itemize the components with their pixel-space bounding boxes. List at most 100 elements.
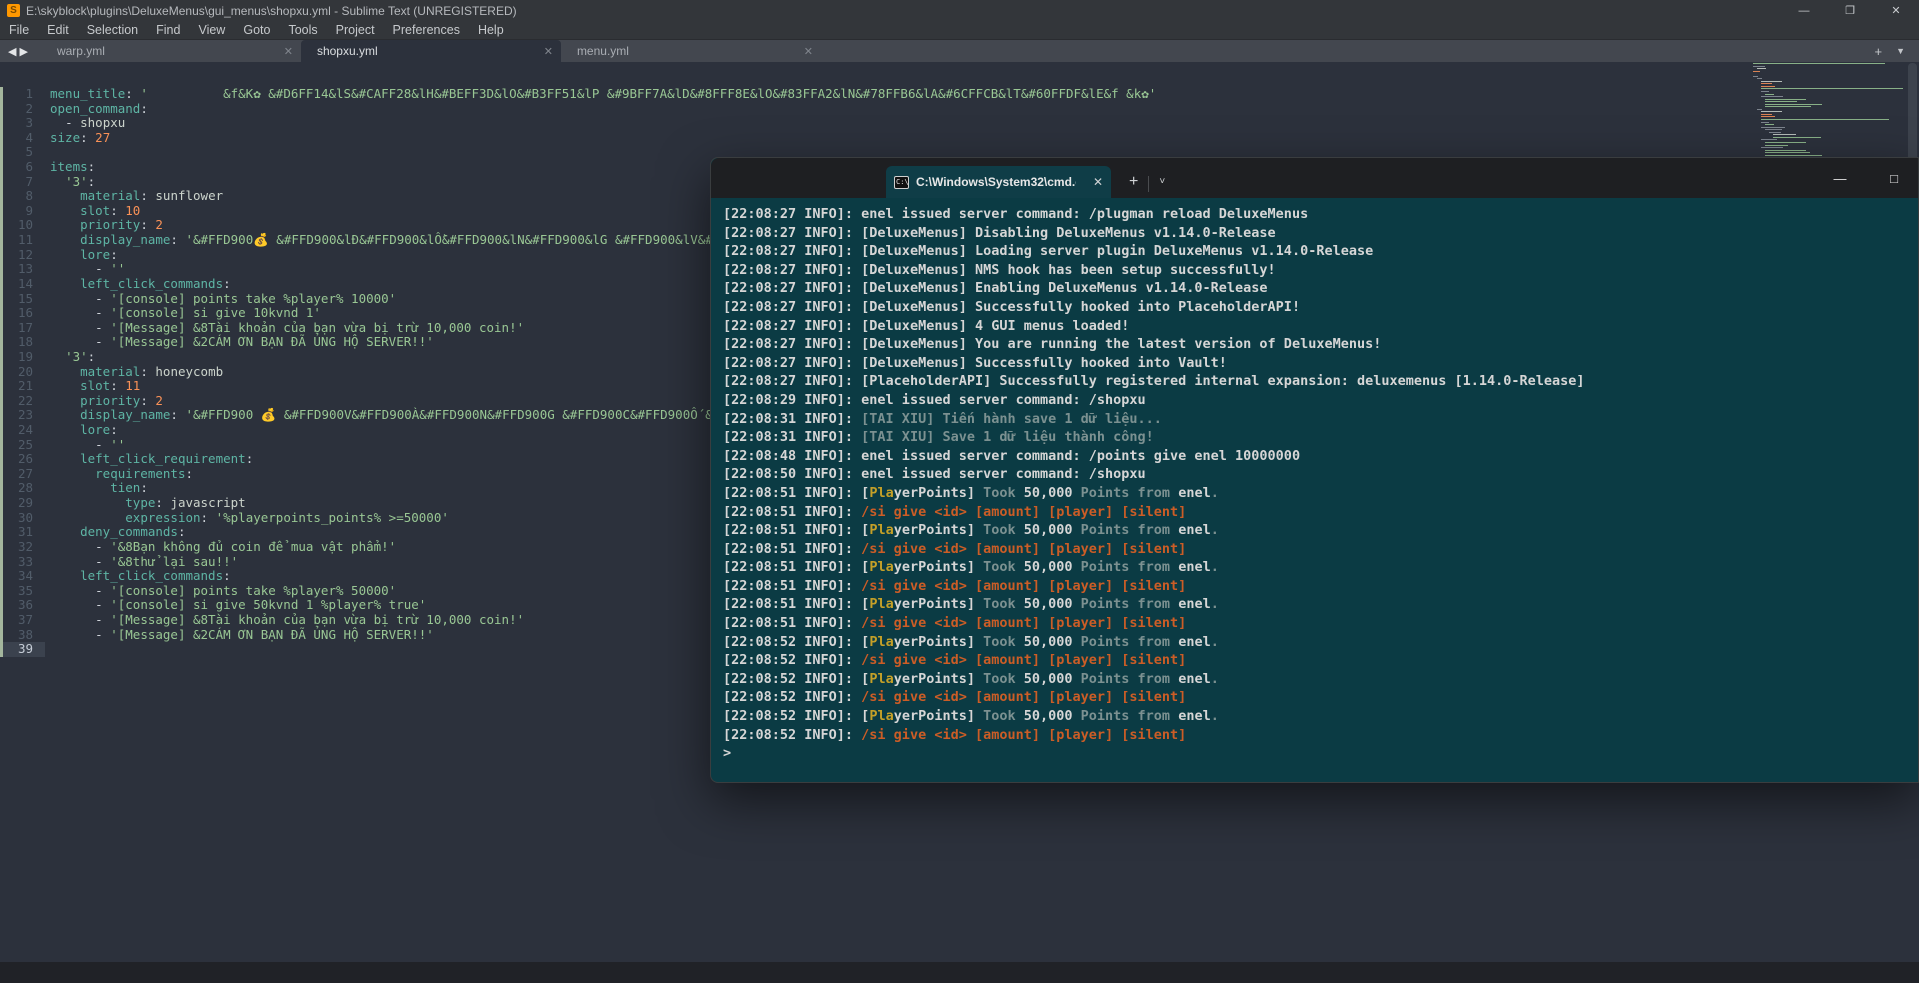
terminal-output[interactable]: [22:08:27 INFO]: enel issued server comm… <box>711 198 1918 763</box>
line-number: 23 <box>0 408 45 423</box>
line-number: 11 <box>0 233 45 248</box>
status-bar <box>0 962 1919 983</box>
terminal-line: [22:08:51 INFO]: /si give <id> [amount] … <box>723 577 1918 596</box>
terminal-tab-title: C:\Windows\System32\cmd.e <box>916 175 1076 189</box>
terminal-line: [22:08:27 INFO]: [DeluxeMenus] Loading s… <box>723 242 1918 261</box>
line-content: material: sunflower <box>45 189 223 204</box>
minimap-line <box>1765 101 1797 102</box>
terminal-tab[interactable]: C:\ C:\Windows\System32\cmd.e ✕ <box>886 166 1111 198</box>
terminal-line: [22:08:31 INFO]: [TAI XIU] Tiến hành sav… <box>723 410 1918 429</box>
terminal-new-tab-icon[interactable]: + <box>1129 166 1138 198</box>
editor-line[interactable]: 4size: 27 <box>0 131 1919 146</box>
line-number: 16 <box>0 306 45 321</box>
terminal-line: [22:08:27 INFO]: [DeluxeMenus] Enabling … <box>723 279 1918 298</box>
minimap-line <box>1761 86 1775 87</box>
tab-close-icon[interactable]: ✕ <box>284 45 293 58</box>
menu-item-tools[interactable]: Tools <box>279 21 326 39</box>
line-content: priority: 2 <box>45 394 163 409</box>
minimap-line <box>1765 155 1822 156</box>
tab-warp.yml[interactable]: warp.yml ✕ <box>41 40 301 62</box>
line-content: - '[Message] &2CÁM ƠN BẠN ĐÃ ỦNG HỘ SERV… <box>45 335 434 350</box>
line-number: 20 <box>0 365 45 380</box>
line-number: 15 <box>0 292 45 307</box>
terminal-tab-close-icon[interactable]: ✕ <box>1093 175 1103 189</box>
minimap-line <box>1761 116 1775 117</box>
restore-button[interactable]: ❐ <box>1827 0 1873 21</box>
minimap-line <box>1761 147 1783 148</box>
line-content: deny_commands: <box>45 525 185 540</box>
line-content: type: javascript <box>45 496 246 511</box>
line-number: 1 <box>0 87 45 102</box>
line-number: 35 <box>0 584 45 599</box>
line-content: '3': <box>45 350 95 365</box>
tab-shopxu.yml[interactable]: shopxu.yml✕ <box>301 40 561 62</box>
menu-item-file[interactable]: File <box>0 21 38 39</box>
terminal-line: [22:08:27 INFO]: [DeluxeMenus] Successfu… <box>723 354 1918 373</box>
line-content: lore: <box>45 248 118 263</box>
terminal-line: [22:08:51 INFO]: [PlayerPoints] Took 50,… <box>723 484 1918 503</box>
minimap-line <box>1753 63 1885 64</box>
line-content: size: 27 <box>45 131 110 146</box>
line-number: 19 <box>0 350 45 365</box>
menu-item-find[interactable]: Find <box>147 21 189 39</box>
minimap-line <box>1761 96 1783 97</box>
menu-item-help[interactable]: Help <box>469 21 513 39</box>
terminal-line: [22:08:52 INFO]: [PlayerPoints] Took 50,… <box>723 670 1918 689</box>
minimap-line <box>1765 124 1774 125</box>
line-content: - '[console] points take %player% 50000' <box>45 584 396 599</box>
line-content: tien: <box>45 481 148 496</box>
minimap-line <box>1773 137 1821 138</box>
tab-menu.yml[interactable]: menu.yml✕ <box>561 40 821 62</box>
line-number: 33 <box>0 555 45 570</box>
back-arrow-icon[interactable]: ◀ <box>8 45 19 58</box>
terminal-line: [22:08:29 INFO]: enel issued server comm… <box>723 391 1918 410</box>
nav-arrows: ◀ ▶ <box>0 40 41 62</box>
line-content: - shopxu <box>45 116 125 131</box>
tab-close-icon[interactable]: ✕ <box>804 45 813 58</box>
terminal-line: [22:08:51 INFO]: /si give <id> [amount] … <box>723 614 1918 633</box>
line-number: 22 <box>0 394 45 409</box>
line-number: 37 <box>0 613 45 628</box>
terminal-line: [22:08:51 INFO]: [PlayerPoints] Took 50,… <box>723 558 1918 577</box>
close-button[interactable]: ✕ <box>1873 0 1919 21</box>
line-number: 39 <box>0 642 45 657</box>
line-content: - '[Message] &8Tài khoản của bạn vừa bị … <box>45 613 524 628</box>
minimize-button[interactable]: — <box>1781 0 1827 21</box>
minimap-line <box>1761 122 1769 123</box>
menu-item-edit[interactable]: Edit <box>38 21 78 39</box>
menu-item-project[interactable]: Project <box>327 21 384 39</box>
line-content: priority: 2 <box>45 218 163 233</box>
editor-line[interactable]: 1menu_title: ' &f&K✿ &#D6FF14&lS&#CAFF28… <box>0 87 1919 102</box>
menu-item-selection[interactable]: Selection <box>78 21 147 39</box>
minimap-line <box>1761 83 1772 84</box>
line-number: 24 <box>0 423 45 438</box>
line-number: 13 <box>0 262 45 277</box>
line-content: - '[console] points take %player% 10000' <box>45 292 396 307</box>
menu-item-view[interactable]: View <box>189 21 234 39</box>
editor-line[interactable]: 3 - shopxu <box>0 116 1919 131</box>
line-number: 17 <box>0 321 45 336</box>
forward-arrow-icon[interactable]: ▶ <box>19 45 30 58</box>
menu-item-goto[interactable]: Goto <box>234 21 279 39</box>
line-content: left_click_requirement: <box>45 452 253 467</box>
editor-line[interactable]: 2open_command: <box>0 102 1919 117</box>
tab-close-icon[interactable]: ✕ <box>544 45 553 58</box>
terminal-titlebar[interactable]: C:\ C:\Windows\System32\cmd.e ✕ + ˅ — □ <box>711 158 1918 198</box>
minimap-line <box>1753 76 1758 77</box>
terminal-dropdown-icon[interactable]: ˅ <box>1159 166 1165 198</box>
minimap-line <box>1769 132 1781 133</box>
line-content: - '[Message] &2CÁM ƠN BẠN ĐÃ ỦNG HỘ SERV… <box>45 628 434 643</box>
tab-label: warp.yml <box>57 44 105 58</box>
menu-item-preferences[interactable]: Preferences <box>384 21 469 39</box>
tab-overflow-icon[interactable]: ▼ <box>1896 46 1905 56</box>
minimap-line <box>1765 94 1774 95</box>
terminal-line: [22:08:31 INFO]: [TAI XIU] Save 1 dữ liệ… <box>723 428 1918 447</box>
window-controls: — ❐ ✕ <box>1781 0 1919 21</box>
line-content: lore: <box>45 423 118 438</box>
sublime-titlebar: S E:\skyblock\plugins\DeluxeMenus\gui_me… <box>0 0 1919 21</box>
line-number: 25 <box>0 438 45 453</box>
minimap-line <box>1761 88 1903 89</box>
new-tab-icon[interactable]: + <box>1874 44 1882 59</box>
terminal-minimize-button[interactable]: — <box>1828 171 1852 186</box>
terminal-maximize-button[interactable]: □ <box>1882 171 1906 186</box>
